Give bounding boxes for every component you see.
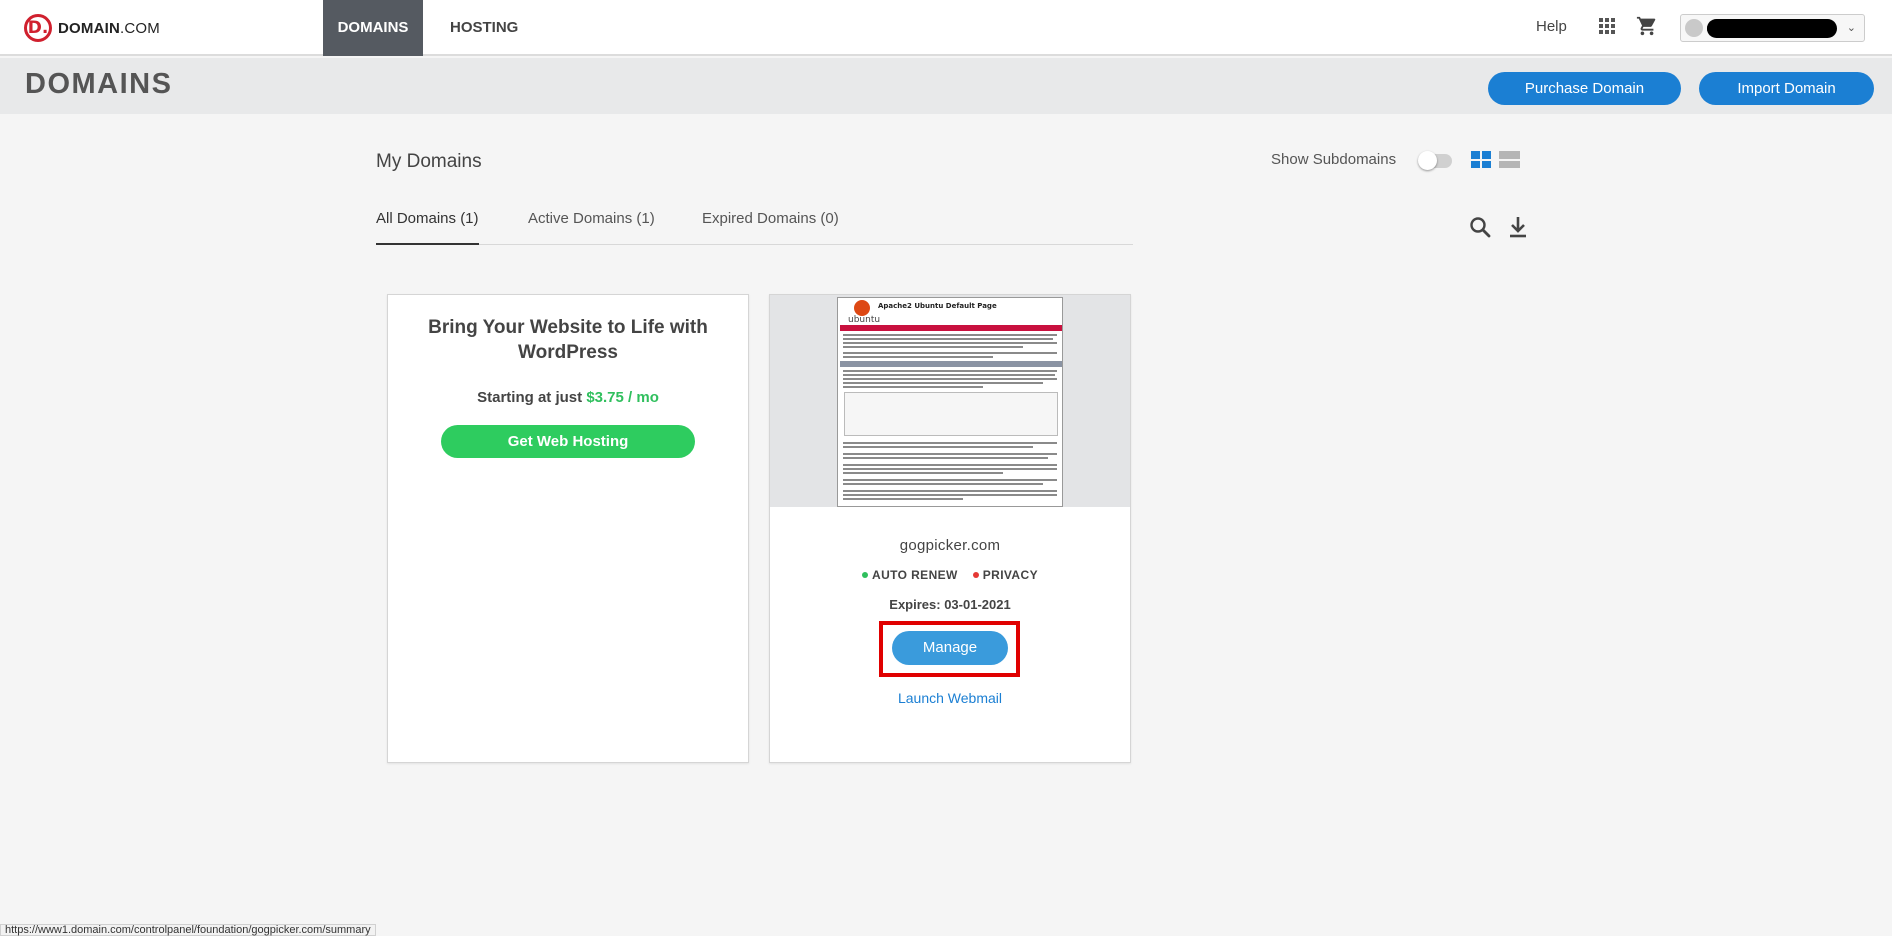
page-title: DOMAINS — [25, 68, 173, 100]
help-link[interactable]: Help — [1536, 18, 1567, 35]
cart-icon[interactable] — [1636, 15, 1658, 42]
brand-name: DOMAIN.COM — [58, 19, 160, 37]
auto-renew-label: AUTO RENEW — [872, 568, 958, 582]
section-title: My Domains — [376, 151, 482, 172]
tab-all-domains[interactable]: All Domains (1) — [376, 210, 479, 245]
logo-icon: D. — [24, 14, 52, 42]
list-view-icon[interactable] — [1499, 151, 1520, 168]
site-thumbnail: ubuntu Apache2 Ubuntu Default Page — [837, 297, 1063, 507]
hosting-promo-card: Bring Your Website to Life with WordPres… — [387, 294, 749, 763]
tab-active-domains[interactable]: Active Domains (1) — [528, 210, 655, 245]
privacy-status-dot — [972, 572, 979, 578]
toggle-knob — [1418, 151, 1437, 170]
auto-renew-status-dot — [862, 572, 868, 578]
site-preview[interactable]: ubuntu Apache2 Ubuntu Default Page — [770, 295, 1130, 507]
expiry-date: Expires: 03-01-2021 — [889, 597, 1011, 612]
ubuntu-logo-icon — [854, 300, 870, 316]
tab-expired-domains[interactable]: Expired Domains (0) — [702, 210, 839, 245]
account-menu[interactable]: ██████████ ⌄ — [1680, 14, 1865, 42]
account-name: ██████████ — [1707, 19, 1837, 38]
page-header: DOMAINS Purchase Domain Import Domain — [0, 58, 1892, 114]
show-subdomains-label: Show Subdomains — [1271, 151, 1397, 168]
apps-grid-icon[interactable] — [1599, 18, 1615, 34]
top-nav: D. DOMAIN.COM DOMAINS HOSTING Help █████… — [0, 0, 1892, 56]
launch-webmail-link[interactable]: Launch Webmail — [770, 690, 1130, 706]
search-icon[interactable] — [1468, 215, 1492, 244]
promo-price: Starting at just $3.75 / mo — [477, 389, 659, 406]
grid-view-icon[interactable] — [1471, 151, 1491, 168]
nav-tab-hosting[interactable]: HOSTING — [436, 0, 532, 56]
show-subdomains-toggle[interactable] — [1418, 151, 1452, 170]
domain-status-row: AUTO RENEW PRIVACY — [770, 568, 1130, 582]
promo-title: Bring Your Website to Life with WordPres… — [428, 317, 708, 363]
purchase-domain-button[interactable]: Purchase Domain — [1488, 72, 1681, 105]
browser-status-url: https://www1.domain.com/controlpanel/fou… — [0, 924, 376, 936]
manage-button[interactable]: Manage — [892, 631, 1008, 665]
import-domain-button[interactable]: Import Domain — [1699, 72, 1874, 105]
avatar — [1685, 19, 1703, 37]
domain-card: ubuntu Apache2 Ubuntu Default Page gogpi… — [769, 294, 1131, 763]
domain-tabs: All Domains (1) Active Domains (1) Expir… — [376, 210, 1133, 245]
nav-tab-domains[interactable]: DOMAINS — [323, 0, 423, 56]
brand-logo[interactable]: D. DOMAIN.COM — [24, 14, 160, 42]
download-icon[interactable] — [1507, 215, 1529, 244]
chevron-down-icon: ⌄ — [1846, 22, 1856, 34]
get-web-hosting-button[interactable]: Get Web Hosting — [441, 425, 695, 458]
domain-name: gogpicker.com — [899, 537, 1001, 554]
privacy-label: PRIVACY — [982, 568, 1038, 582]
